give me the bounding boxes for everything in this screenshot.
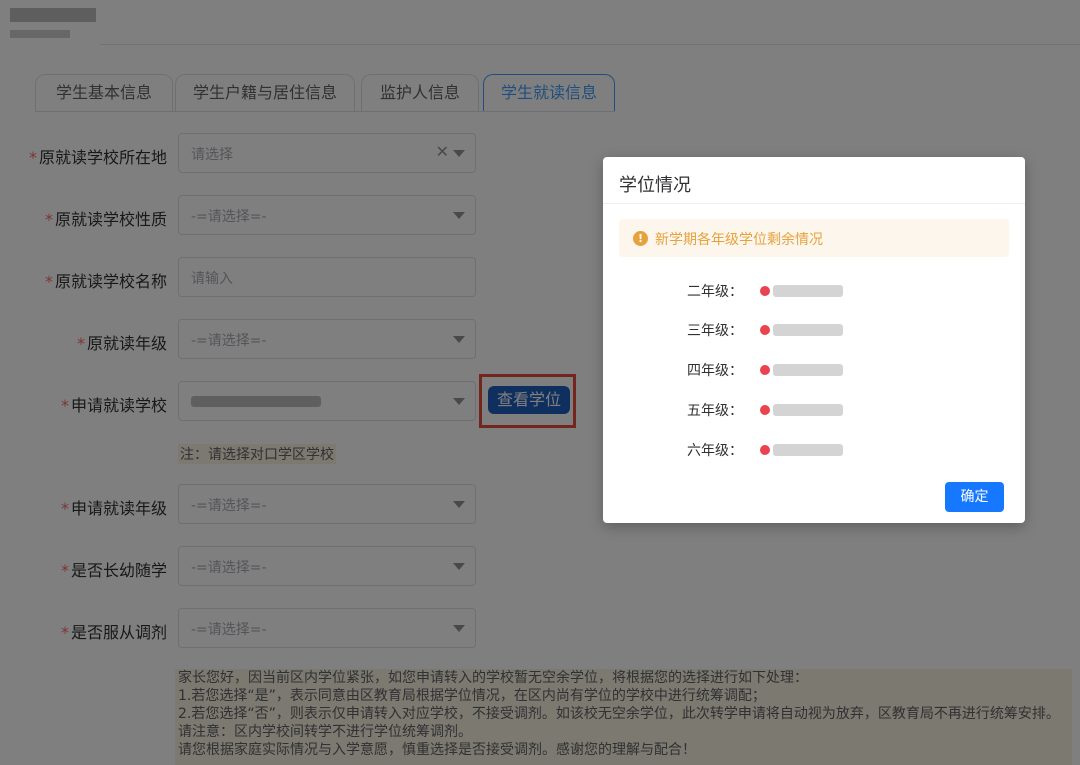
grade-row: 四年级： (603, 360, 1025, 380)
grade-label: 二年级： (687, 284, 743, 300)
redacted-grade-value (773, 444, 843, 456)
seat-alert: ! 新学期各年级学位剩余情况 (619, 219, 1009, 257)
seat-info-dialog: 学位情况 ! 新学期各年级学位剩余情况 二年级： 三年级： 四年级： 五年级： … (603, 157, 1025, 523)
status-dot-icon (760, 405, 770, 415)
redacted-grade-value (773, 404, 843, 416)
redacted-grade-value (773, 324, 843, 336)
grade-label: 四年级： (687, 363, 743, 379)
grade-row: 二年级： (603, 281, 1025, 301)
grade-row: 五年级： (603, 400, 1025, 420)
grade-label: 六年级： (687, 443, 743, 459)
alert-text: 新学期各年级学位剩余情况 (655, 232, 823, 248)
grade-label: 五年级： (687, 403, 743, 419)
dialog-title: 学位情况 (619, 175, 691, 196)
status-dot-icon (760, 445, 770, 455)
redacted-grade-value (773, 364, 843, 376)
status-dot-icon (760, 325, 770, 335)
redacted-grade-value (773, 285, 843, 297)
status-dot-icon (760, 286, 770, 296)
status-dot-icon (760, 365, 770, 375)
grade-row: 六年级： (603, 440, 1025, 460)
warning-icon: ! (633, 231, 648, 246)
dialog-divider (603, 203, 1025, 204)
confirm-button[interactable]: 确定 (945, 482, 1004, 512)
grade-label: 三年级： (687, 323, 743, 339)
grade-row: 三年级： (603, 320, 1025, 340)
